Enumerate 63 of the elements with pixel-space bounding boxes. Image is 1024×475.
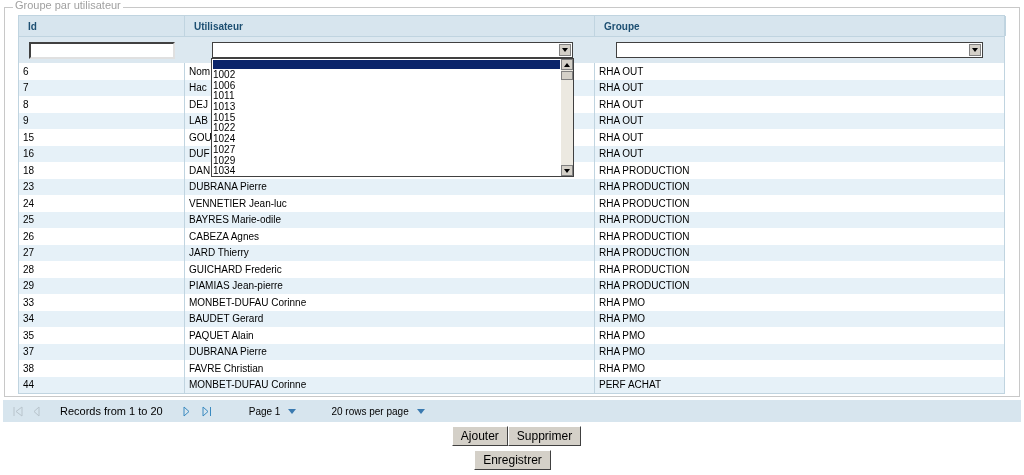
- table-cell: MONBET-DUFAU Corinne: [185, 376, 595, 393]
- table-cell-text: RHA PRODUCTION: [598, 213, 691, 228]
- caret-icon[interactable]: [288, 408, 297, 414]
- table-cell: 44: [19, 376, 185, 393]
- table-cell-text: RHA OUT: [598, 114, 645, 129]
- last-page-icon[interactable]: [201, 405, 212, 417]
- records-label: Records from 1 to 20: [60, 403, 163, 419]
- table-cell-text: PERF ACHAT: [598, 378, 663, 393]
- table-cell: 35: [19, 327, 185, 344]
- dropdown-option[interactable]: 1006: [212, 79, 561, 91]
- table-cell-text: RHA PMO: [598, 295, 647, 310]
- table-cell: 38: [19, 360, 185, 377]
- table-cell: MONBET-DUFAU Corinne: [185, 294, 595, 311]
- action-button[interactable]: Supprimer: [507, 426, 582, 446]
- group-filter-dropdown[interactable]: [616, 42, 983, 58]
- table-cell-text: RHA PRODUCTION: [598, 246, 691, 261]
- scrollbar[interactable]: [561, 59, 573, 176]
- table-cell: 33: [19, 294, 185, 311]
- table-cell: PAQUET Alain: [185, 327, 595, 344]
- table-cell-text: RHA PMO: [598, 345, 647, 360]
- scroll-up-icon[interactable]: [561, 59, 573, 70]
- table-cell: 28: [19, 261, 185, 278]
- table-cell-text: RHA PRODUCTION: [598, 262, 691, 277]
- table-cell: 8: [19, 96, 185, 113]
- table-cell: 6: [19, 63, 185, 80]
- table-cell-text: RHA PRODUCTION: [598, 180, 691, 195]
- scroll-down-icon[interactable]: [561, 165, 573, 176]
- next-page-icon[interactable]: [182, 405, 190, 417]
- table-cell-text: RHA PRODUCTION: [598, 196, 691, 211]
- user-filter-dropdown[interactable]: [212, 42, 573, 58]
- dropdown-option[interactable]: 1015: [212, 111, 561, 123]
- table-cell-text: RHA OUT: [598, 147, 645, 162]
- rows-per-page-selector[interactable]: 20 rows per page: [331, 403, 409, 419]
- table-cell: 24: [19, 195, 185, 212]
- table-cell-text: RHA PRODUCTION: [598, 279, 691, 294]
- table-cell-text: RHA PMO: [598, 361, 647, 376]
- dropdown-option[interactable]: 1034: [212, 165, 561, 176]
- table-cell: 15: [19, 129, 185, 146]
- table-cell-text: RHA PMO: [598, 312, 647, 327]
- table-cell: CABEZA Agnes: [185, 228, 595, 245]
- panel-legend: Groupe par utilisateur: [13, 0, 123, 11]
- dropdown-option[interactable]: 1024: [212, 133, 561, 144]
- table-cell-text: RHA OUT: [598, 97, 645, 112]
- caret-icon[interactable]: [416, 408, 425, 414]
- table-cell-text: RHA PRODUCTION: [598, 229, 691, 244]
- table-cell-text: RHA OUT: [598, 64, 645, 79]
- table-cell-text: RHA OUT: [598, 81, 645, 96]
- page-selector[interactable]: Page 1: [248, 403, 281, 419]
- table-cell-text: RHA OUT: [598, 130, 645, 145]
- save-button[interactable]: Enregistrer: [474, 450, 551, 470]
- table-cell: 18: [19, 162, 185, 179]
- table-cell: GUICHARD Frederic: [185, 261, 595, 278]
- table-cell: VENNETIER Jean-luc: [185, 195, 595, 212]
- id-filter-field[interactable]: [29, 41, 175, 59]
- table-cell: FAVRE Christian: [185, 360, 595, 377]
- table-cell-text: RHA PRODUCTION: [598, 163, 691, 178]
- table-cell: 26: [19, 228, 185, 245]
- dropdown-option[interactable]: 1002: [212, 69, 561, 80]
- dropdown-option[interactable]: 1013: [212, 101, 561, 112]
- table-cell-text: RHA PMO: [598, 328, 647, 343]
- dropdown-option[interactable]: 1027: [212, 143, 561, 155]
- action-button[interactable]: Ajouter: [451, 426, 508, 446]
- scroll-thumb[interactable]: [561, 71, 573, 80]
